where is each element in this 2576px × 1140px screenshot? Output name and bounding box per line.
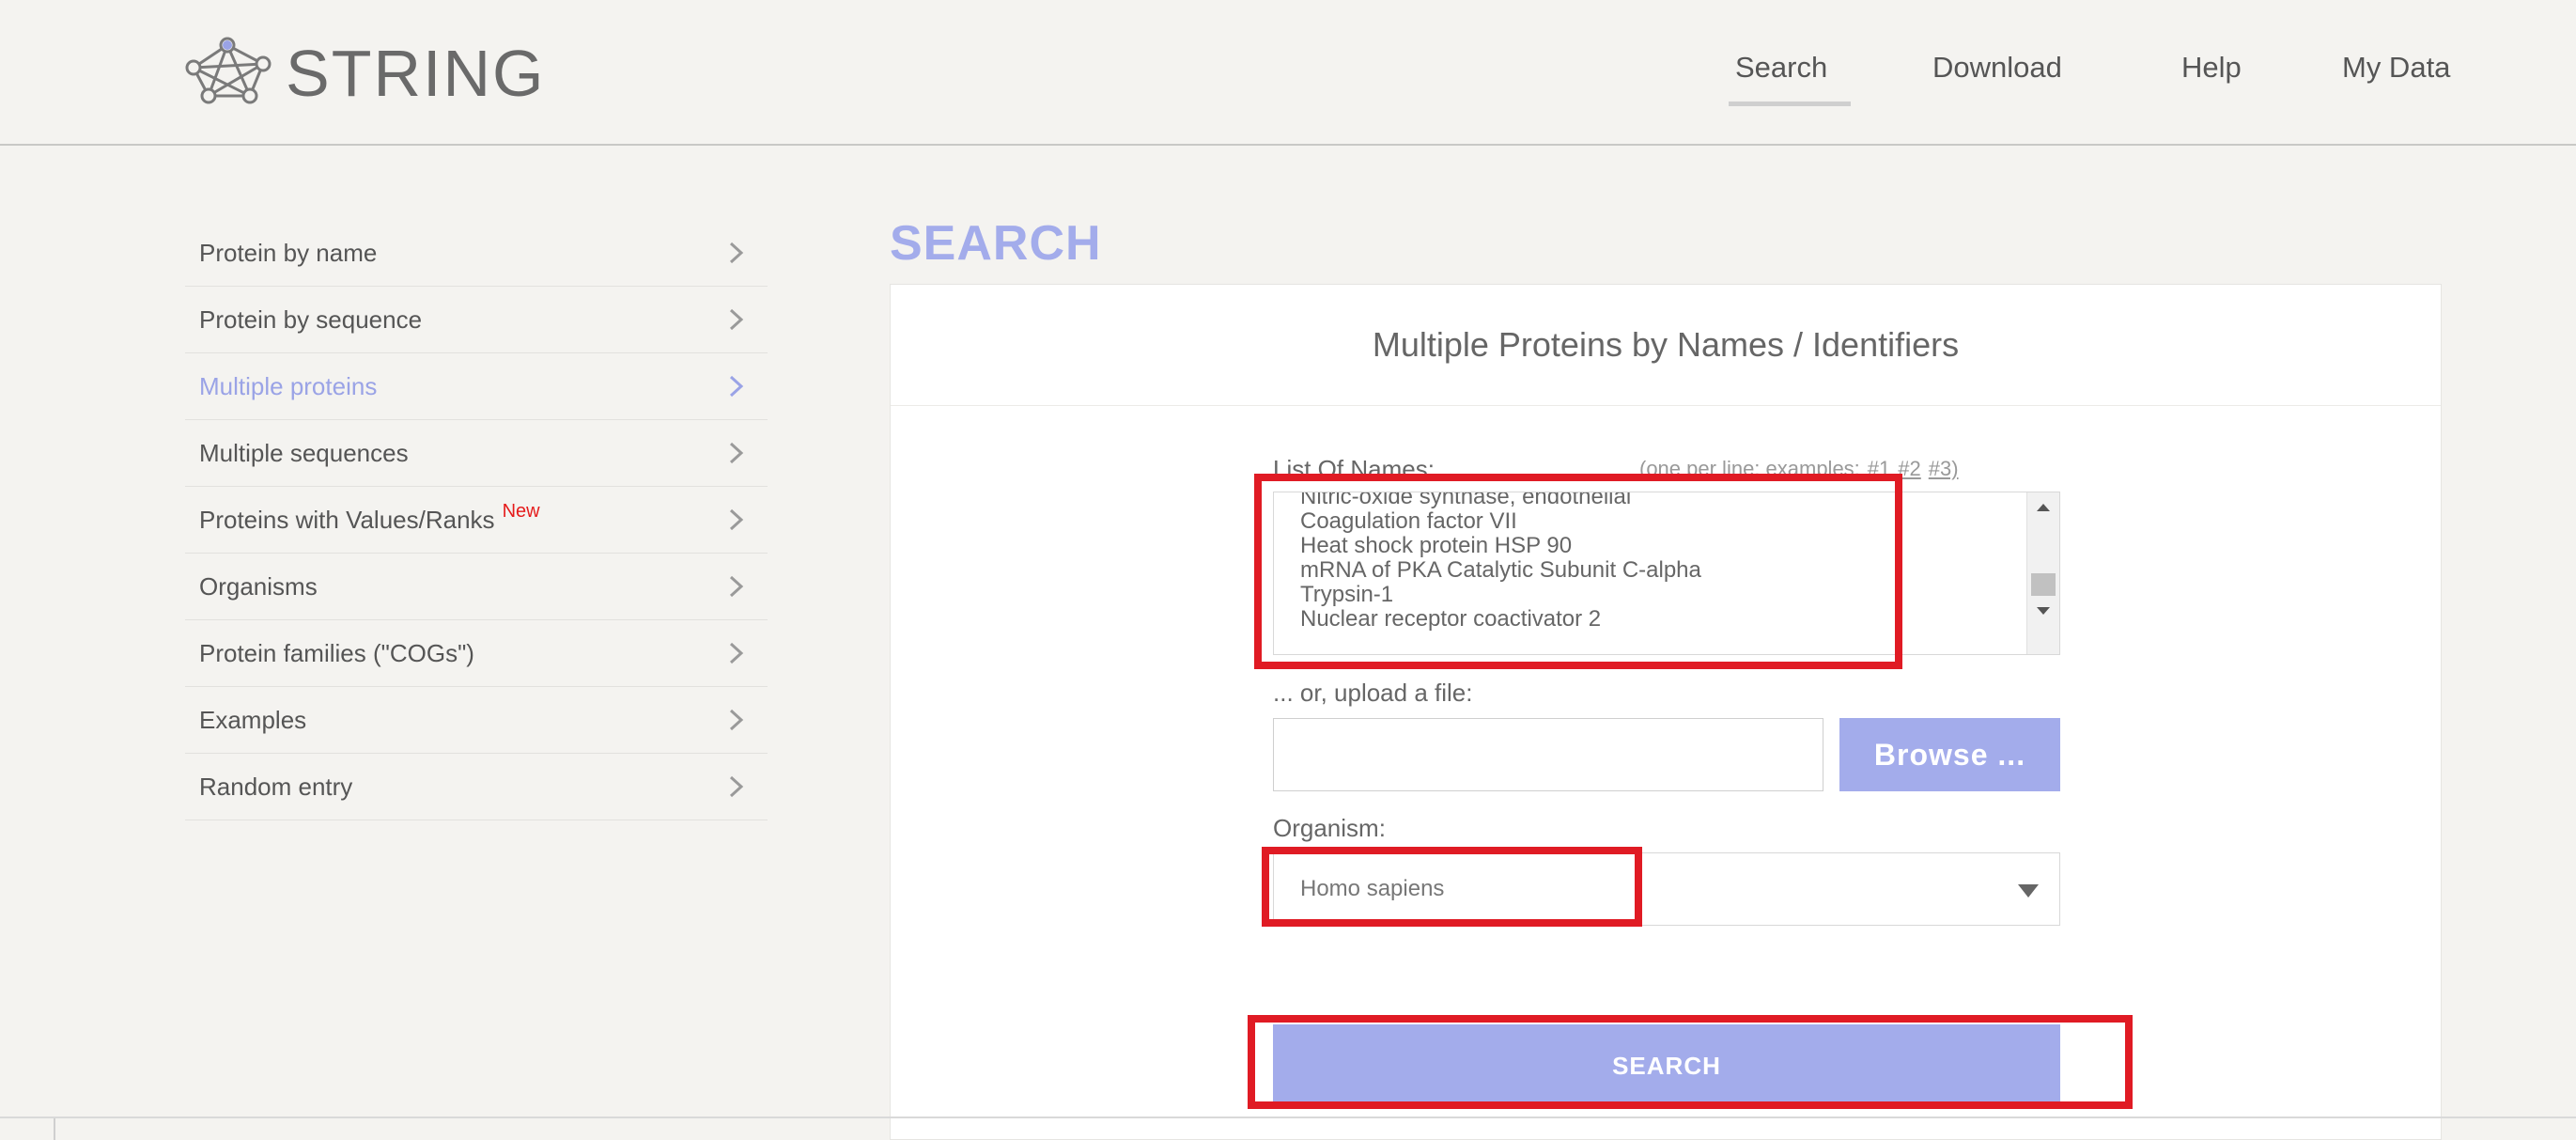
scroll-thumb[interactable] [2031, 573, 2056, 596]
logo-text: STRING [286, 37, 546, 110]
chevron-right-icon [729, 375, 744, 398]
sidebar-item-values-ranks[interactable]: Proteins with Values/Ranks New [185, 487, 768, 554]
upload-file-label: ... or, upload a file: [1273, 679, 1473, 707]
sidebar-item-multiple-sequences[interactable]: Multiple sequences [185, 420, 768, 487]
header: STRING Search Download Help My Data [0, 0, 2576, 146]
sidebar-item-label: Examples [199, 706, 307, 734]
bottom-divider [0, 1117, 2576, 1118]
sidebar-item-label: Multiple proteins [199, 372, 378, 400]
sidebar-item-protein-families[interactable]: Protein families ("COGs") [185, 620, 768, 687]
browse-button[interactable]: Browse ... [1839, 718, 2060, 791]
chevron-right-icon [729, 242, 744, 264]
file-path-input[interactable] [1273, 718, 1823, 791]
sidebar-item-label: Protein families ("COGs") [199, 639, 474, 667]
sidebar-item-organisms[interactable]: Organisms [185, 554, 768, 620]
nav-my-data[interactable]: My Data [2342, 49, 2450, 86]
sidebar-item-label: Multiple sequences [199, 439, 409, 467]
nav-search[interactable]: Search [1735, 49, 1827, 86]
organism-label: Organism: [1273, 814, 1386, 842]
sidebar-item-protein-by-sequence[interactable]: Protein by sequence [185, 287, 768, 353]
sidebar-menu: Protein by name Protein by sequence Mult… [185, 220, 768, 820]
sidebar-item-random-entry[interactable]: Random entry [185, 754, 768, 820]
chevron-right-icon [729, 642, 744, 664]
sidebar-item-label: Protein by name [199, 239, 378, 267]
chevron-right-icon [729, 775, 744, 798]
sidebar-item-multiple-proteins[interactable]: Multiple proteins [185, 353, 768, 420]
bottom-tick [54, 1118, 55, 1140]
sidebar-item-label: Protein by sequence [199, 305, 423, 334]
sidebar-item-label: Proteins with Values/Ranks [199, 506, 495, 534]
highlight-box-organism [1262, 847, 1642, 927]
active-nav-indicator [1729, 102, 1851, 106]
sidebar-item-examples[interactable]: Examples [185, 687, 768, 754]
scroll-down-icon[interactable] [2037, 607, 2050, 615]
network-logo-icon [185, 37, 272, 104]
sidebar-item-label: Organisms [199, 572, 318, 601]
chevron-right-icon [729, 308, 744, 331]
sidebar-item-protein-by-name[interactable]: Protein by name [185, 220, 768, 287]
card-title: Multiple Proteins by Names / Identifiers [1372, 325, 1960, 364]
scroll-up-icon[interactable] [2037, 504, 2050, 511]
string-logo[interactable]: STRING [180, 36, 575, 111]
page-title: SEARCH [890, 216, 1102, 271]
example-link-3[interactable]: #3) [1929, 457, 1959, 480]
new-badge: New [502, 501, 540, 522]
card-header: Multiple Proteins by Names / Identifiers [891, 285, 2441, 406]
nav-download[interactable]: Download [1932, 49, 2062, 86]
chevron-right-icon [729, 442, 744, 464]
sidebar-item-label: Random entry [199, 773, 353, 801]
highlight-box-search [1248, 1015, 2133, 1109]
search-card: Multiple Proteins by Names / Identifiers [890, 284, 2442, 1140]
chevron-right-icon [729, 575, 744, 598]
highlight-box-names [1254, 474, 1902, 669]
chevron-right-icon [729, 508, 744, 531]
textarea-scrollbar[interactable] [2026, 492, 2059, 654]
dropdown-caret-icon [2018, 884, 2039, 898]
nav-help[interactable]: Help [2181, 49, 2242, 86]
chevron-right-icon [729, 709, 744, 731]
